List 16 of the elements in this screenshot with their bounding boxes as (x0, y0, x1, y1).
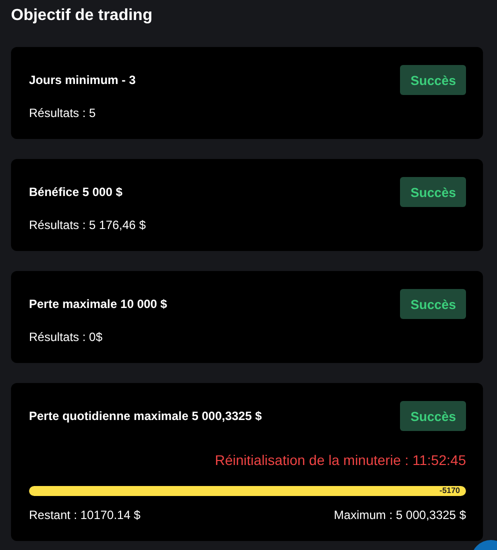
result-text: Résultats : 5 (29, 105, 96, 121)
objective-title: Perte quotidienne maximale 5 000,3325 $ (29, 409, 262, 423)
progress-label: -5170 (440, 486, 460, 496)
status-badge: Succès (400, 289, 466, 319)
maximum-text: Maximum : 5 000,3325 $ (334, 507, 466, 523)
status-badge: Succès (400, 65, 466, 95)
objective-title: Bénéfice 5 000 $ (29, 185, 122, 199)
section-title: Objectif de trading (11, 6, 154, 26)
status-badge: Succès (400, 177, 466, 207)
status-badge: Succès (400, 401, 466, 431)
objective-title: Perte maximale 10 000 $ (29, 297, 168, 311)
remaining-text: Restant : 10170.14 $ (29, 507, 140, 523)
result-text: Résultats : 0$ (29, 329, 102, 345)
timer-text: Réinitialisation de la minuterie : 11:52:45 (214, 451, 466, 469)
result-text: Résultats : 5 176,46 $ (29, 217, 146, 233)
objective-title: Jours minimum - 3 (29, 73, 136, 87)
